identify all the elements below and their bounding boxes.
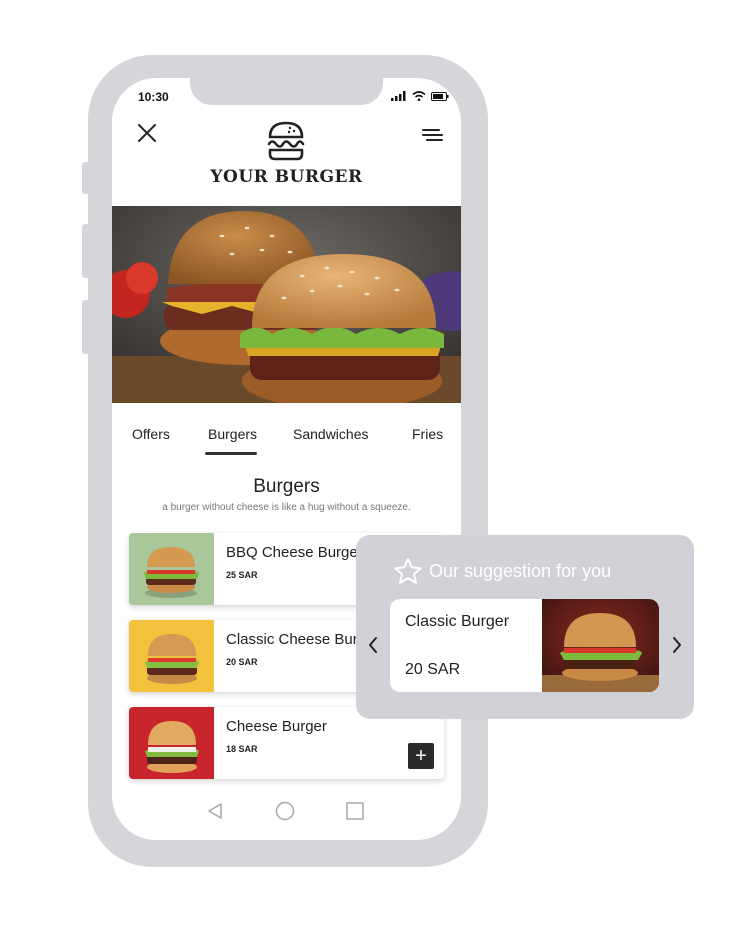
phone-screen: 10:30 YOUR BURGER Offers Burgers Sandwic… — [112, 78, 461, 840]
suggestion-header: Our suggestion for you — [393, 557, 611, 585]
phone-side-button — [82, 162, 90, 194]
menu-item-image — [129, 620, 214, 692]
brand-name: YOUR BURGER — [210, 167, 363, 187]
chevron-left-icon[interactable] — [366, 635, 380, 655]
suggestion-title: Our suggestion for you — [429, 560, 612, 581]
chevron-right-icon[interactable] — [670, 635, 684, 655]
close-icon[interactable] — [136, 122, 158, 144]
add-to-cart-button[interactable]: + — [408, 743, 434, 769]
menu-item-price: 18 SAR — [226, 744, 258, 754]
signal-icon — [391, 91, 406, 101]
menu-item-name: BBQ Cheese Burger — [226, 544, 363, 561]
status-time: 10:30 — [138, 90, 169, 104]
suggested-item-price: 20 SAR — [405, 661, 461, 678]
tab-fries[interactable]: Fries — [412, 426, 443, 442]
system-nav-bar — [112, 800, 461, 824]
home-icon[interactable] — [275, 801, 295, 821]
star-icon — [394, 558, 422, 584]
notch — [190, 78, 383, 105]
status-icons — [391, 91, 449, 101]
suggested-item-name: Classic Burger — [405, 613, 510, 630]
section-subtitle: a burger without cheese is like a hug wi… — [162, 502, 411, 513]
tab-sandwiches[interactable]: Sandwiches — [293, 426, 369, 442]
active-tab-indicator — [205, 452, 257, 455]
suggestion-popup: Our suggestion for you Classic Burger 20… — [356, 535, 694, 719]
battery-icon — [431, 91, 449, 101]
menu-item-price: 20 SAR — [226, 657, 258, 667]
section-title: Burgers — [253, 476, 320, 497]
burger-icon — [267, 121, 305, 161]
menu-icon[interactable] — [421, 128, 443, 142]
category-tabs: Offers Burgers Sandwiches Fries — [112, 426, 461, 456]
hero-burger-image — [112, 206, 461, 403]
menu-item-image — [129, 533, 214, 605]
wifi-icon — [412, 91, 426, 101]
back-icon[interactable] — [207, 802, 223, 820]
phone-side-button — [82, 224, 90, 278]
suggested-item-image — [542, 599, 659, 692]
menu-item-name: Cheese Burger — [226, 718, 327, 735]
tab-burgers[interactable]: Burgers — [208, 426, 257, 442]
phone-side-button — [82, 300, 90, 354]
menu-item-price: 25 SAR — [226, 570, 258, 580]
recents-icon[interactable] — [346, 802, 364, 820]
menu-item-image — [129, 707, 214, 779]
suggested-item-card[interactable]: Classic Burger 20 SAR — [390, 599, 659, 692]
tab-offers[interactable]: Offers — [132, 426, 170, 442]
